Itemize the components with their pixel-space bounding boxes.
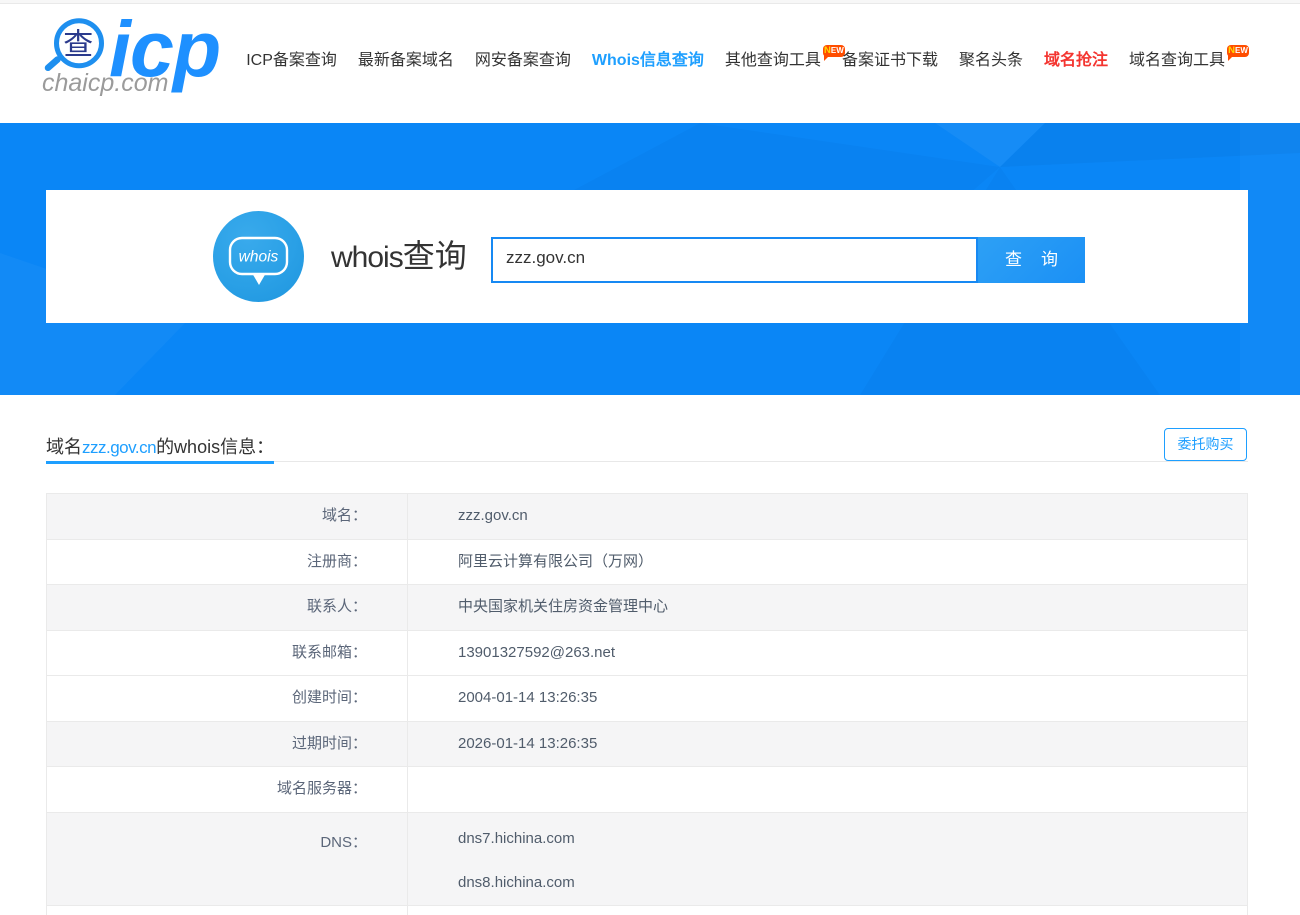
svg-text:whois: whois (239, 249, 279, 266)
svg-text:icp: icp (109, 4, 220, 93)
svg-text:查: 查 (63, 29, 93, 62)
